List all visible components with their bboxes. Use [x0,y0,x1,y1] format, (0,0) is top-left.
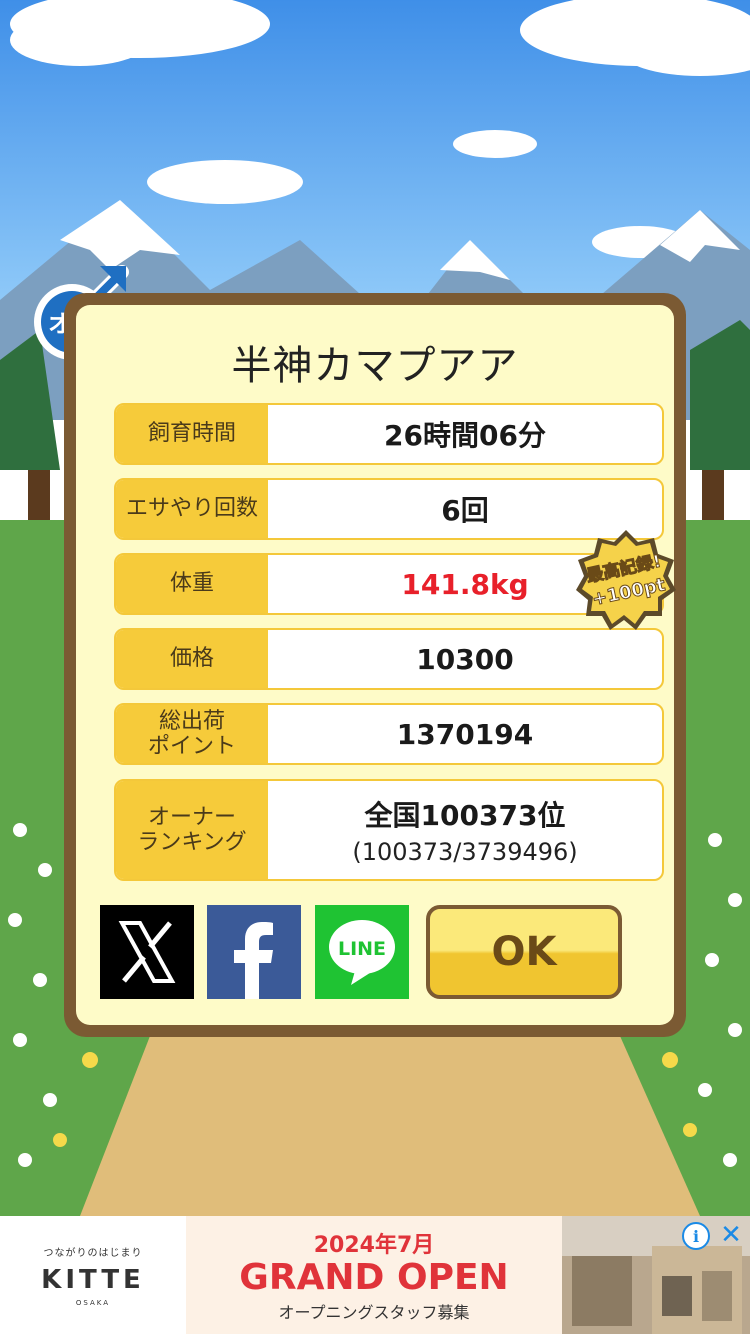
ranking-detail: (100373/3739496) [352,838,578,866]
share-facebook-button[interactable] [207,905,301,999]
pig-name: 半神カマプアア [231,343,519,389]
stat-label: 価格 [116,630,268,688]
result-dialog-body: 半神カマプアア 飼育時間 26時間06分 エサやり回数 6回 体重 141.8k… [76,305,674,1025]
ad-copy: 2024年7月 GRAND OPEN オープニングスタッフ募集 [186,1216,562,1334]
stat-label: エサやり回数 [116,480,268,538]
ad-headline: GRAND OPEN [239,1257,509,1299]
x-logo-icon [118,921,176,983]
ok-button[interactable]: OK [426,905,622,999]
stat-value-group: 全国100373位 (100373/3739496) [268,781,662,879]
stat-row-price: 価格 10300 [114,628,664,690]
ranking-value: 全国100373位 [364,799,566,832]
ad-subline: オープニングスタッフ募集 [278,1302,470,1322]
ad-brand: KITTE [41,1264,145,1295]
stat-row-feeding-time: 飼育時間 26時間06分 [114,403,664,465]
ad-banner[interactable]: つながりのはじまり KITTE OSAKA 2024年7月 GRAND OPEN… [0,1216,750,1334]
stat-value: 10300 [416,642,514,676]
stat-label: 体重 [116,555,268,613]
stat-value: 1370194 [396,717,534,751]
ad-info-icon[interactable]: i [682,1222,710,1250]
ad-close-icon[interactable]: ✕ [716,1220,746,1250]
ad-city: OSAKA [75,1298,111,1307]
stat-label: 飼育時間 [116,405,268,463]
stat-label: 総出荷 ポイント [116,705,268,763]
line-logo-text: LINE [338,938,386,960]
stat-label: オーナー ランキング [116,781,268,879]
share-x-button[interactable] [100,905,194,999]
line-logo-icon: LINE [329,920,395,985]
facebook-logo-icon [234,922,273,999]
ad-date: 2024年7月 [313,1233,435,1259]
ad-tagline: つながりのはじまり [43,1247,143,1259]
result-dialog: 半神カマプアア 飼育時間 26時間06分 エサやり回数 6回 体重 141.8k… [64,293,686,1037]
record-badge-icon: 最高記録! +100pt [576,530,676,630]
stat-row-shipping-points: 総出荷 ポイント 1370194 [114,703,664,765]
share-line-button[interactable]: LINE [315,905,409,999]
ad-logo: つながりのはじまり KITTE OSAKA [0,1216,186,1334]
stat-row-owner-ranking: オーナー ランキング 全国100373位 (100373/3739496) [114,779,664,881]
stat-value: 26時間06分 [384,419,546,452]
